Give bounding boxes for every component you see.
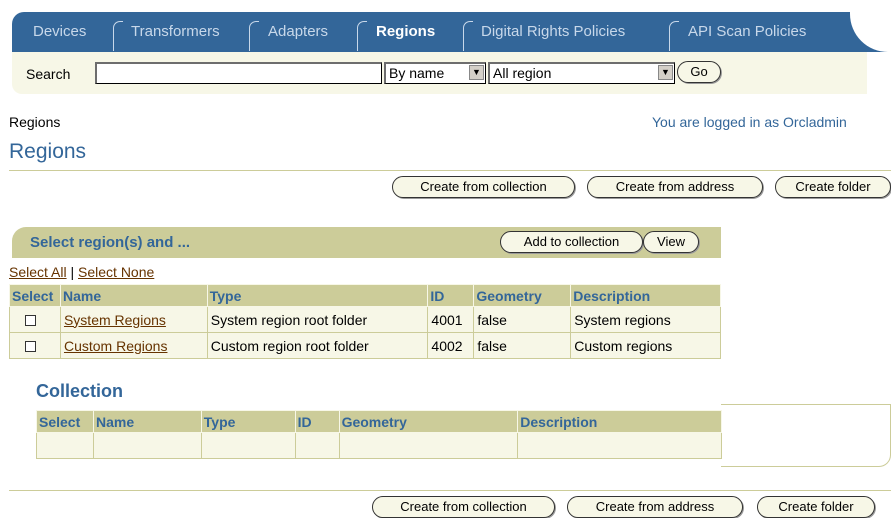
title-divider: [9, 170, 891, 171]
region-section-title: Select region(s) and ...: [30, 234, 191, 251]
column-header-select: Select: [9, 284, 61, 307]
search-input[interactable]: [95, 62, 382, 84]
select-all-link[interactable]: Select All: [9, 264, 67, 280]
column-header-id: ID: [294, 410, 340, 433]
go-button[interactable]: Go: [677, 61, 721, 83]
column-header-select: Select: [36, 410, 94, 433]
tab-bar: Devices Transformers Adapters Regions Di…: [12, 12, 891, 52]
column-header-name: Name: [92, 410, 202, 433]
id-cell: 4001: [427, 306, 475, 333]
description-cell: Custom regions: [570, 332, 721, 359]
column-header-name: Name: [59, 284, 208, 307]
tab-separator: [249, 21, 259, 51]
region-name-link[interactable]: System Regions: [64, 312, 166, 328]
collection-table: Select Name Type ID Geometry Description: [36, 410, 722, 459]
column-header-type: Type: [206, 284, 429, 307]
select-links: Select All | Select None: [9, 264, 154, 280]
region-scope-select[interactable]: All region ▼: [488, 62, 675, 84]
name-cell: System Regions: [59, 306, 208, 333]
column-header-geometry: Geometry: [338, 410, 519, 433]
footer-divider: [9, 490, 891, 491]
create-folder-button[interactable]: Create folder: [775, 176, 891, 198]
type-cell: System region root folder: [206, 306, 429, 333]
column-header-description: Description: [570, 284, 721, 307]
chevron-down-icon[interactable]: ▼: [469, 65, 484, 80]
region-scope-value: All region: [493, 65, 552, 81]
create-from-collection-button-bottom[interactable]: Create from collection: [372, 496, 555, 518]
create-from-address-button[interactable]: Create from address: [587, 176, 763, 198]
regions-table: Select Name Type ID Geometry Description…: [9, 284, 721, 359]
search-by-select[interactable]: By name ▼: [384, 62, 486, 84]
table-header-row: Select Name Type ID Geometry Description: [9, 284, 721, 307]
create-from-collection-button[interactable]: Create from collection: [392, 176, 575, 198]
tab-separator: [463, 21, 473, 51]
column-header-geometry: Geometry: [473, 284, 572, 307]
select-cell: [9, 306, 61, 333]
column-header-type: Type: [200, 410, 296, 433]
tab-digital-rights-policies[interactable]: Digital Rights Policies: [481, 12, 625, 52]
breadcrumb: Regions: [9, 114, 61, 130]
description-cell: System regions: [570, 306, 721, 333]
search-by-value: By name: [389, 65, 445, 81]
tab-transformers[interactable]: Transformers: [131, 12, 220, 52]
type-cell: Custom region root folder: [206, 332, 429, 359]
tab-api-scan-policies[interactable]: API Scan Policies: [688, 12, 806, 52]
column-header-id: ID: [427, 284, 475, 307]
empty-cell: [294, 432, 340, 459]
tab-adapters[interactable]: Adapters: [268, 12, 328, 52]
empty-cell: [200, 432, 296, 459]
add-to-collection-button[interactable]: Add to collection: [500, 231, 643, 253]
region-name-link[interactable]: Custom Regions: [64, 338, 168, 354]
select-links-separator: |: [70, 264, 75, 280]
geometry-cell: false: [473, 306, 572, 333]
collection-border: [721, 404, 891, 467]
tab-separator: [357, 21, 367, 51]
empty-cell: [92, 432, 202, 459]
logged-in-status: You are logged in as Orcladmin: [652, 114, 847, 130]
name-cell: Custom Regions: [59, 332, 208, 359]
tab-regions[interactable]: Regions: [376, 12, 435, 52]
create-folder-button-bottom[interactable]: Create folder: [757, 496, 875, 518]
page-title: Regions: [9, 140, 87, 163]
empty-cell: [36, 432, 94, 459]
table-header-row: Select Name Type ID Geometry Description: [36, 410, 722, 433]
tab-separator: [669, 21, 679, 51]
chevron-down-icon[interactable]: ▼: [658, 65, 673, 80]
search-label: Search: [26, 66, 71, 82]
table-row: Custom Regions Custom region root folder…: [9, 332, 721, 359]
view-button[interactable]: View: [643, 231, 699, 253]
id-cell: 4002: [427, 332, 475, 359]
empty-cell: [338, 432, 519, 459]
row-checkbox[interactable]: [25, 341, 36, 353]
collection-title: Collection: [36, 381, 124, 401]
select-none-link[interactable]: Select None: [78, 264, 154, 280]
geometry-cell: false: [473, 332, 572, 359]
row-checkbox[interactable]: [25, 315, 36, 327]
table-row: System Regions System region root folder…: [9, 306, 721, 333]
tab-devices[interactable]: Devices: [33, 12, 86, 52]
table-row: [36, 432, 722, 459]
select-cell: [9, 332, 61, 359]
column-header-description: Description: [517, 410, 722, 433]
empty-cell: [517, 432, 722, 459]
create-from-address-button-bottom[interactable]: Create from address: [567, 496, 743, 518]
tab-separator: [113, 21, 123, 51]
